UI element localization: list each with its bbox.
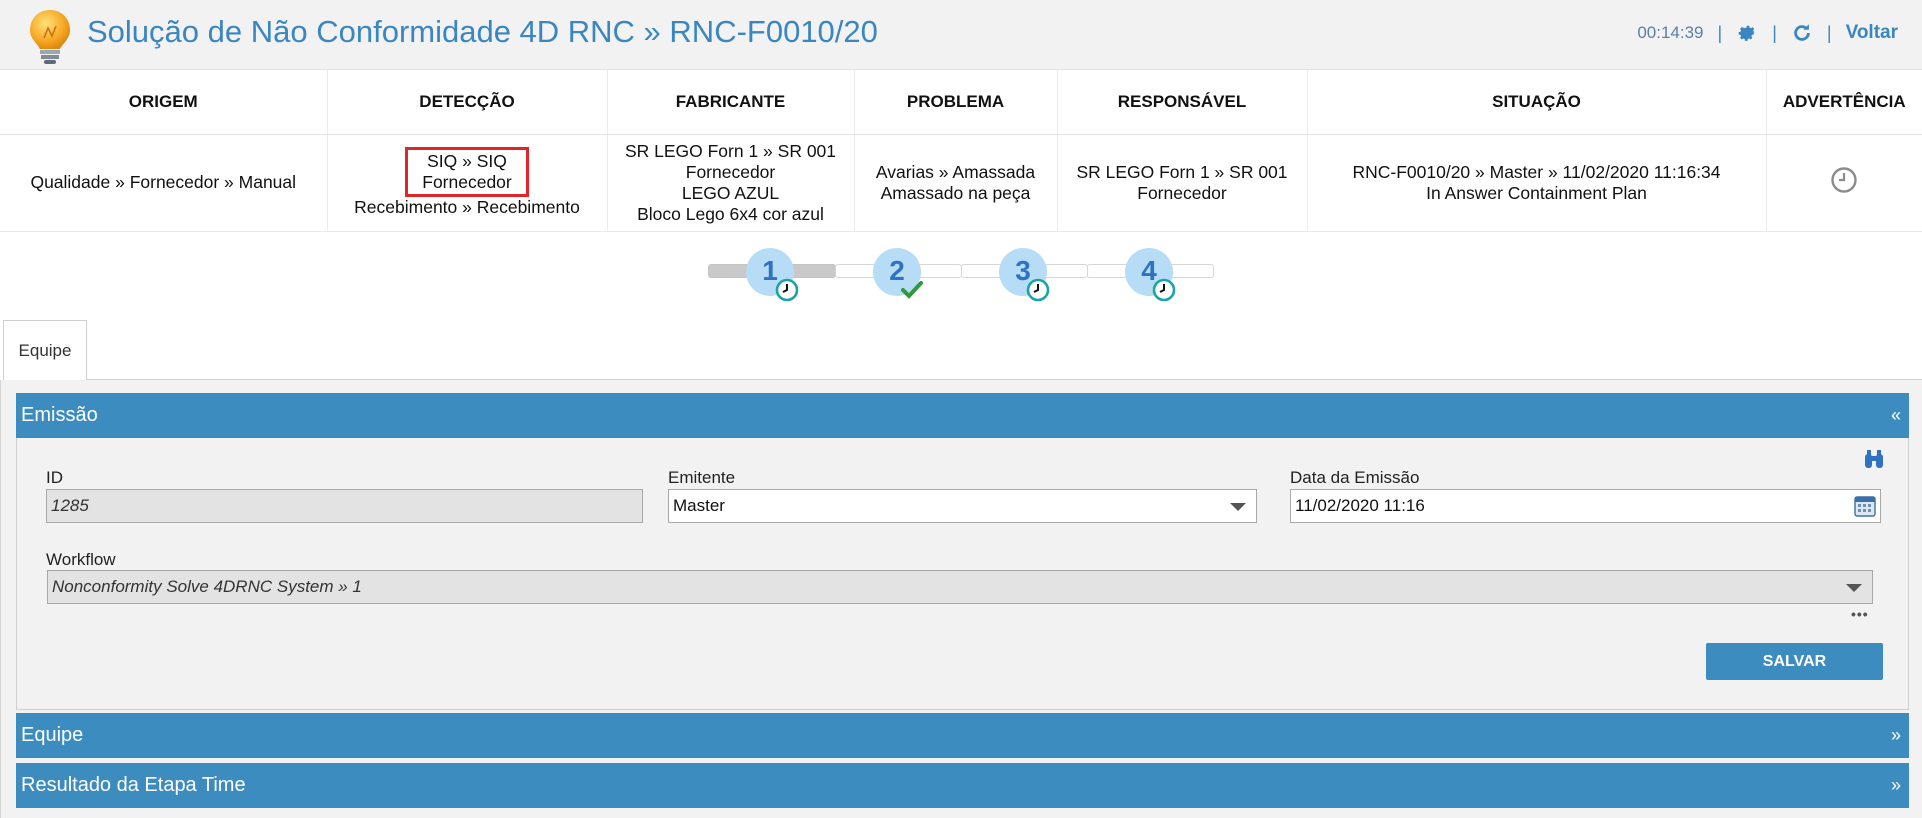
gear-icon[interactable] [1736,22,1758,44]
collapse-icon[interactable]: « [1891,393,1901,438]
chevron-down-icon [1846,584,1862,592]
tab-equipe[interactable]: Equipe [3,320,87,380]
fabricante-line: Fornecedor [685,161,776,182]
problema-line: Amassado na peça [880,182,1031,203]
fabricante-line: LEGO AZUL [681,182,780,203]
column-header-origem: ORIGEM [0,70,328,135]
rnc-summary-table: ORIGEM DETECÇÃO FABRICANTE PROBLEMA RESP… [0,70,1922,232]
problema-line: Avarias » Amassada [875,161,1036,182]
responsavel-line: SR LEGO Forn 1 » SR 001 [1076,161,1288,182]
clock-icon [775,278,799,302]
lightbulb-icon [30,10,70,64]
expand-icon[interactable]: » [1891,763,1901,808]
accordion-equipe[interactable]: Equipe » [16,713,1909,758]
highlight-box: SIQ » SIQ Fornecedor [405,147,529,197]
column-header-problema: PROBLEMA [854,70,1058,135]
workflow-stepper: 1 2 3 4 [708,248,1214,304]
column-header-deteccao: DETECÇÃO [327,70,608,135]
situacao-line: RNC-F0010/20 » Master » 11/02/2020 11:16… [1352,161,1721,182]
cell-advertencia [1766,134,1922,232]
clock-icon[interactable] [1830,166,1858,194]
workflow-value: Nonconformity Solve 4DRNC System » 1 [52,577,362,596]
column-header-situacao: SITUAÇÃO [1307,70,1767,135]
app-header: Solução de Não Conformidade 4D RNC » RNC… [0,0,1922,70]
more-options-icon[interactable]: ••• [1851,606,1869,622]
workflow-label: Workflow [46,550,116,569]
cell-responsavel: SR LEGO Forn 1 » SR 001 Fornecedor [1057,134,1308,232]
separator: | [1717,22,1723,43]
accordion-title: Equipe [21,724,84,746]
clock-icon [1026,278,1050,302]
data-emissao-field[interactable]: 11/02/2020 11:16 [1290,489,1881,523]
separator: | [1826,22,1832,43]
expand-icon[interactable]: » [1891,713,1901,758]
deteccao-line: Fornecedor [422,172,512,192]
accordion-title: Resultado da Etapa Time [21,774,246,796]
fabricante-line: SR LEGO Forn 1 » SR 001 [624,140,837,161]
cell-fabricante: SR LEGO Forn 1 » SR 001 Fornecedor LEGO … [607,134,855,232]
column-header-fabricante: FABRICANTE [607,70,855,135]
data-emissao-label: Data da Emissão [1290,468,1420,487]
responsavel-line: Fornecedor [1137,182,1227,203]
check-icon [901,281,923,299]
deteccao-line: Recebimento » Recebimento [354,197,580,217]
id-label: ID [46,468,63,487]
page-title: Solução de Não Conformidade 4D RNC » RNC… [87,14,878,49]
emitente-select[interactable]: Master [668,489,1257,523]
session-timer: 00:14:39 [1637,23,1704,42]
back-link[interactable]: Voltar [1846,22,1898,44]
header-actions: 00:14:39 | | | Voltar [1637,22,1898,44]
save-button[interactable]: SALVAR [1706,643,1883,680]
calendar-icon[interactable] [1854,495,1876,517]
data-emissao-value: 11/02/2020 11:16 [1295,496,1425,515]
accordion-resultado-etapa-time[interactable]: Resultado da Etapa Time » [16,763,1909,808]
id-field: 1285 [46,489,643,523]
deteccao-line: SIQ » SIQ [427,151,507,171]
refresh-icon[interactable] [1791,22,1813,44]
chevron-down-icon [1230,503,1246,511]
workflow-select[interactable]: Nonconformity Solve 4DRNC System » 1 [47,570,1873,604]
separator: | [1772,22,1777,43]
accordion-emissao[interactable]: Emissão « [16,393,1909,438]
column-header-responsavel: RESPONSÁVEL [1057,70,1308,135]
clock-icon [1152,278,1176,302]
binoculars-icon[interactable] [1863,450,1885,470]
emitente-label: Emitente [668,468,736,487]
emitente-value: Master [673,496,725,515]
column-header-advertencia: ADVERTÊNCIA [1766,70,1922,135]
cell-situacao: RNC-F0010/20 » Master » 11/02/2020 11:16… [1307,134,1767,232]
cell-origem: Qualidade » Fornecedor » Manual [0,134,328,232]
situacao-line: In Answer Containment Plan [1426,182,1647,203]
cell-deteccao: SIQ » SIQ Fornecedor Recebimento » Receb… [327,134,608,232]
fabricante-line: Bloco Lego 6x4 cor azul [637,203,824,224]
accordion-title: Emissão [21,404,98,426]
cell-problema: Avarias » Amassada Amassado na peça [854,134,1058,232]
